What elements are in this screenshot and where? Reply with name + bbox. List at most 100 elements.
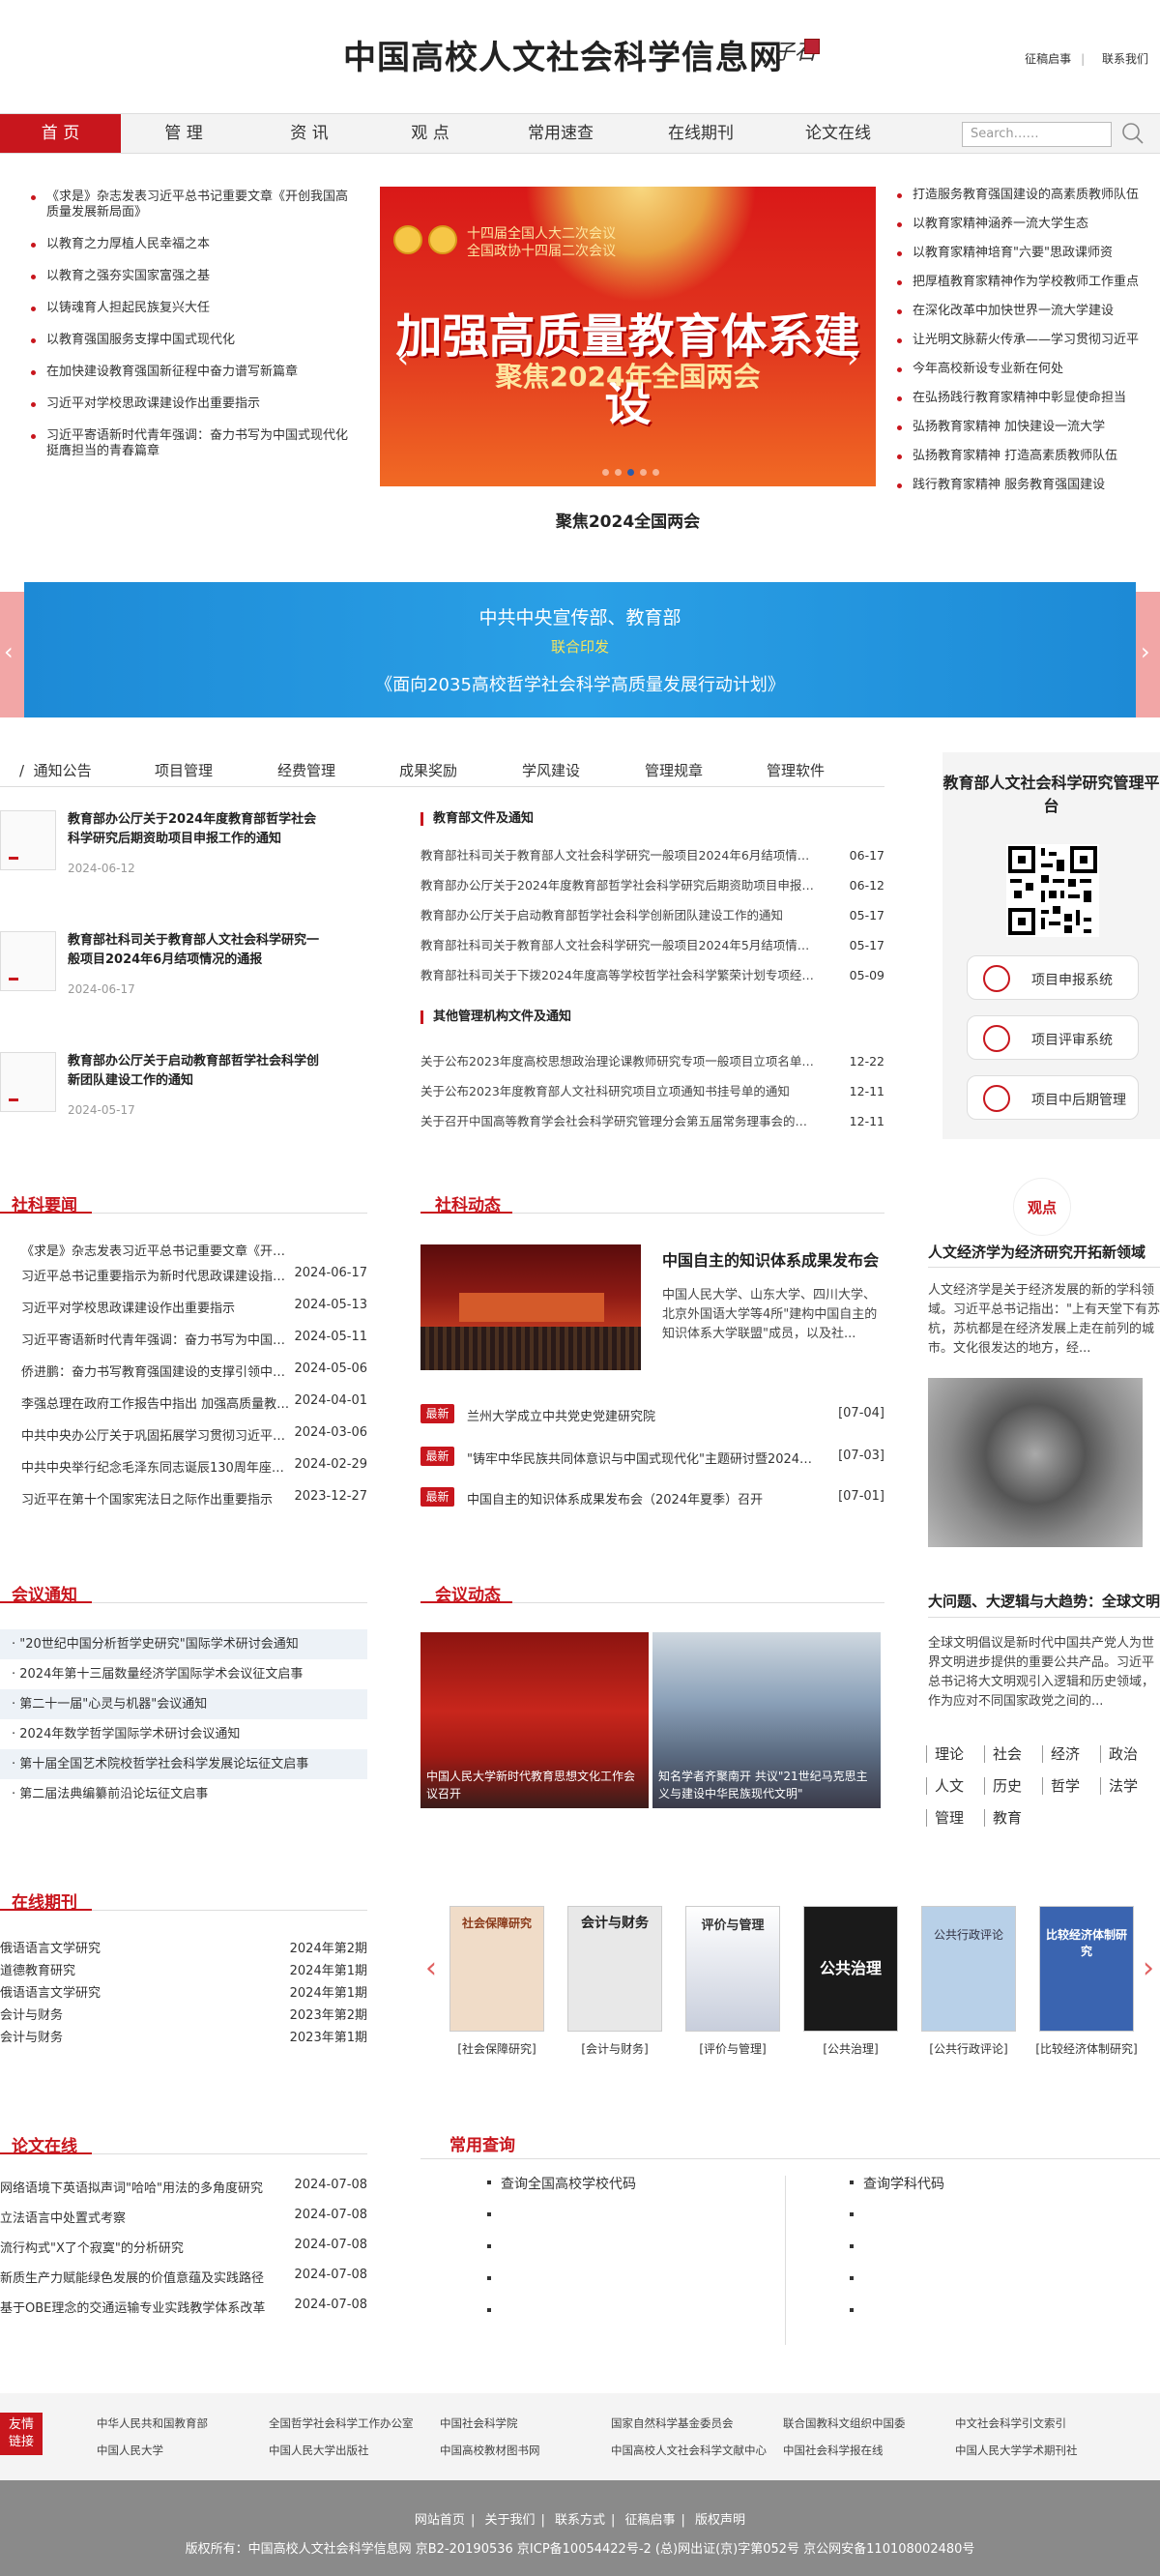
tag[interactable]: 教育 <box>984 1809 1022 1827</box>
chevron-right-icon[interactable]: › <box>1141 638 1150 665</box>
tab-software[interactable]: 管理软件 <box>767 760 825 780</box>
action-plan-banner[interactable]: 中共中央宣传部、教育部 联合印发 《面向2035高校哲学社会科学高质量发展行动计… <box>24 582 1136 717</box>
list-item[interactable]: 最新"铸牢中华民族共同体意识与中国式现代化"主题研讨暨2024年民族学人类学年会… <box>420 1445 884 1468</box>
friend-link[interactable]: 中国人民大学 <box>97 2443 163 2458</box>
viewpoint-badge[interactable]: 观点 <box>1013 1178 1071 1236</box>
tag[interactable]: 社会 <box>984 1745 1022 1763</box>
list-item[interactable]: 教育部办公厅关于2024年度教育部哲学社会科学研究后期资助项目申报工作的通知06… <box>420 878 884 908</box>
tag[interactable]: 理论 <box>926 1745 964 1763</box>
tab-notices[interactable]: / 通知公告 <box>19 760 92 780</box>
list-item[interactable]: 以教育之强夯实国家富强之基 <box>27 269 356 284</box>
tab-awards[interactable]: 成果奖励 <box>399 760 457 780</box>
list-item[interactable]: 以教育家精神培育"六要"思政课师资 <box>895 246 1156 275</box>
list-item[interactable]: 习近平总书记重要指示为新时代思政课建设指明方向 2024-06-17 <box>21 1266 367 1298</box>
list-item[interactable]: 以教育家精神涵养一流大学生态 <box>895 217 1156 246</box>
list-item[interactable]: 会计与财务 2023年第2期 <box>0 2005 367 2027</box>
nav-quick-query[interactable]: 常用速查 <box>517 114 604 153</box>
footer-link[interactable]: 版权声明 <box>695 2513 745 2528</box>
list-item[interactable]: 新质生产力赋能绿色发展的价值意蕴及实践路径 2024-07-08 <box>0 2268 367 2298</box>
feature-title[interactable]: 中国自主的知识体系成果发布会 <box>662 1247 884 1271</box>
project-review-button[interactable]: 项目评审系统 <box>967 1015 1139 1060</box>
journal-cover[interactable]: 社会保障研究 <box>450 1906 544 2032</box>
friend-link[interactable]: 国家自然科学基金委员会 <box>611 2415 734 2431</box>
list-item[interactable]: 中共中央举行纪念毛泽东同志诞辰130周年座谈会 2024-02-29 <box>21 1457 367 1489</box>
list-item[interactable]: 《求是》杂志发表习近平总书记重要文章《开创我国高质量发展新局面》 <box>27 190 356 220</box>
list-item[interactable]: 教育部社科司关于下拨2024年度高等学校哲学社会科学繁荣计划专项经费的通知 05-… <box>420 968 884 998</box>
journal-cover[interactable]: 公共行政评论 <box>921 1906 1016 2032</box>
list-item[interactable]: 关于公布2023年度教育部人文社科研究项目立项通知书挂号单的通知 12-11 <box>420 1084 884 1114</box>
cover-caption[interactable]: [公共治理] <box>798 2040 904 2057</box>
viewpoint-title[interactable]: 大问题、大逻辑与大趋势：全球文明倡议的内涵与意义 <box>928 1591 1160 1611</box>
list-item[interactable]: 基于OBE理念的交通运输专业实践教学体系改革 2024-07-08 <box>0 2298 367 2327</box>
tag[interactable]: 哲学 <box>1042 1777 1080 1795</box>
tab-project-management[interactable]: 项目管理 <box>155 760 213 780</box>
friend-link[interactable]: 中文社会科学引文索引 <box>955 2415 1066 2431</box>
list-item[interactable]: 网络语境下英语拟声词"哈哈"用法的多角度研究 2024-07-08 <box>0 2178 367 2208</box>
list-item[interactable]: · 第十届全国艺术院校哲学社会科学发展论坛征文启事 <box>0 1749 367 1779</box>
list-item[interactable]: 俄语语言文学研究 2024年第1期 <box>0 1982 367 2005</box>
list-item[interactable]: 侨进鹏：奋力书写教育强国建设的支撑引领中国式现代化2024-05-06 <box>21 1361 367 1393</box>
list-item[interactable]: · 第二十一届"心灵与机器"会议通知 <box>0 1689 367 1719</box>
friend-link[interactable]: 中华人民共和国教育部 <box>97 2415 208 2431</box>
friend-link[interactable]: 中国人民大学出版社 <box>269 2443 369 2458</box>
notice-doc[interactable]: 教育部社科司关于教育部人文社会科学研究一般项目2024年6月结项情况的通报 20… <box>0 931 329 1018</box>
list-item[interactable]: 把厚植教育家精神作为学校教师工作重点 <box>895 275 1156 304</box>
list-item[interactable]: 让光明文脉薪火传承——学习贯彻习近平 <box>895 333 1156 362</box>
cover-caption[interactable]: [社会保障研究] <box>444 2040 550 2057</box>
microphone-photo[interactable] <box>928 1378 1143 1547</box>
friend-link[interactable]: 中国社会科学报在线 <box>783 2443 884 2458</box>
footer-link[interactable]: 网站首页 <box>415 2513 465 2528</box>
list-item[interactable]: 以教育强国服务支撑中国式现代化 <box>27 333 356 348</box>
tag[interactable]: 历史 <box>984 1777 1022 1795</box>
cover-caption[interactable]: [会计与财务] <box>562 2040 668 2057</box>
list-item[interactable]: · 2024年第十三届数量经济学国际学术会议征文启事 <box>0 1659 367 1689</box>
friend-link[interactable]: 中国人民大学学术期刊社 <box>955 2443 1078 2458</box>
list-item[interactable]: · "20世纪中国分析哲学史研究"国际学术研讨会通知 <box>0 1629 367 1659</box>
list-item[interactable]: 立法语言中处置式考察 2024-07-08 <box>0 2208 367 2238</box>
friend-link[interactable]: 中国高校人文社会科学文献中心 <box>611 2443 767 2458</box>
common-query-heading[interactable]: 常用查询 <box>438 2131 554 2158</box>
tag[interactable]: 经济 <box>1042 1745 1080 1763</box>
list-item[interactable]: 李强总理在政府工作报告中指出 加强高质量教育体系建设2024-04-01 <box>21 1393 367 1425</box>
list-item[interactable]: 关于公布2023年度高校思想政治理论课教师研究专项一般项目立项名单的通知 12-2… <box>420 1054 884 1084</box>
list-item[interactable]: 《求是》杂志发表习近平总书记重要文章《开创我国高质量发展新局面》 <box>21 1241 355 1266</box>
list-item[interactable]: 今年高校新设专业新在何处 <box>895 362 1156 391</box>
list-item[interactable]: 以铸魂育人担起民族复兴大任 <box>27 301 356 316</box>
tab-funding[interactable]: 经费管理 <box>277 760 335 780</box>
tab-academic-ethics[interactable]: 学风建设 <box>522 760 580 780</box>
hero-banner[interactable]: 十四届全国人大二次会议 全国政协十四届二次会议 加强高质量教育体系建设 聚焦202… <box>380 187 876 486</box>
conference-photo[interactable]: 知名学者齐聚南开 共议"21世纪马克思主义与建设中华民族现代文明" <box>652 1632 881 1808</box>
footer-link[interactable]: 联系方式 <box>555 2513 605 2528</box>
list-item[interactable]: 查询学科代码 <box>846 2174 944 2206</box>
cover-caption[interactable]: [公共行政评论] <box>915 2040 1022 2057</box>
banner-pagination[interactable] <box>602 461 665 480</box>
list-item[interactable]: 教育部办公厅关于启动教育部哲学社会科学创新团队建设工作的通知 05-17 <box>420 908 884 938</box>
contact-link[interactable]: 联系我们 <box>1102 52 1148 66</box>
list-item[interactable]: 在加快建设教育强国新征程中奋力谱写新篇章 <box>27 365 356 380</box>
list-item[interactable]: 教育部社科司关于教育部人文社会科学研究一般项目2024年6月结项情况的通报 06-… <box>420 848 884 878</box>
doc-title[interactable]: 教育部办公厅关于启动教育部哲学社会科学创新团队建设工作的通知 <box>68 1052 329 1091</box>
list-item[interactable]: · 2024年数学哲学国际学术研讨会议通知 <box>0 1719 367 1749</box>
friend-link[interactable]: 联合国教科文组织中国委 <box>783 2415 906 2431</box>
list-item[interactable]: 俄语语言文学研究 2024年第2期 <box>0 1938 367 1960</box>
nav-news[interactable]: 资 讯 <box>271 114 348 153</box>
list-item[interactable]: 习近平寄语新时代青年强调：奋力书写为中国式现代化挺膺担当的青春篇章2024-05… <box>21 1330 367 1361</box>
footer-link[interactable]: 关于我们 <box>484 2513 535 2528</box>
search-icon[interactable] <box>1121 122 1145 145</box>
journal-cover[interactable]: 评价与管理 <box>685 1906 780 2032</box>
conference-photo[interactable]: 中国人民大学新时代教育思想文化工作会议召开 <box>420 1632 649 1808</box>
list-item[interactable]: 会计与财务 2023年第1期 <box>0 2027 367 2049</box>
chevron-right-icon[interactable]: › <box>1143 1951 1154 1985</box>
list-item[interactable]: 弘扬教育家精神 打造高素质教师队伍 <box>895 449 1156 478</box>
friend-link[interactable]: 全国哲学社会科学工作办公室 <box>269 2415 414 2431</box>
friend-link[interactable]: 中国社会科学院 <box>440 2415 518 2431</box>
list-item[interactable]: 习近平对学校思政课建设作出重要指示 <box>27 396 356 412</box>
footer-link[interactable]: 征稿启事 <box>625 2513 676 2528</box>
chevron-left-icon[interactable]: ‹ <box>425 1951 437 1985</box>
cover-caption[interactable]: [评价与管理] <box>680 2040 786 2057</box>
list-item[interactable]: 最新 兰州大学成立中共党史党建研究院 [07-04] <box>420 1402 884 1425</box>
tag[interactable]: 管理 <box>926 1809 964 1827</box>
list-item[interactable]: 教育部社科司关于教育部人文社会科学研究一般项目2024年5月结项情况的通报 05-… <box>420 938 884 968</box>
list-item[interactable]: 在弘扬践行教育家精神中彰显使命担当 <box>895 391 1156 420</box>
list-item[interactable]: 弘扬教育家精神 加快建设一流大学 <box>895 420 1156 449</box>
